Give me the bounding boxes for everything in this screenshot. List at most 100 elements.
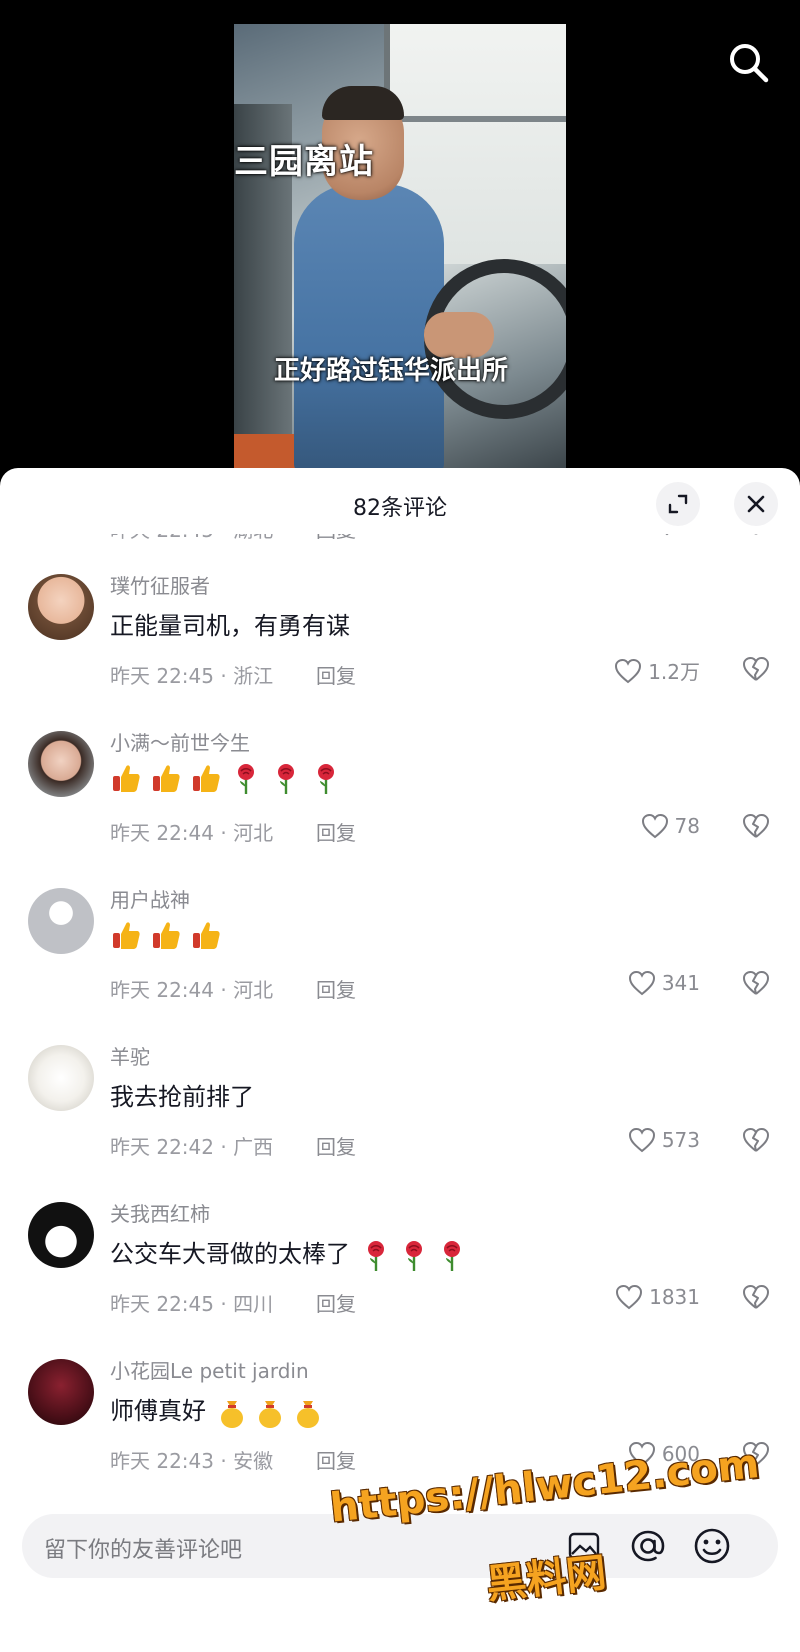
dislike-button[interactable]: [742, 1284, 770, 1315]
dislike-button[interactable]: [742, 534, 770, 541]
reply-button[interactable]: 回复: [316, 1288, 356, 1317]
comment-emoji-row: [110, 761, 342, 795]
comment-username[interactable]: 小满～前世今生: [110, 727, 250, 756]
comment-item[interactable]: 璞竹征服者正能量司机，有勇有谋昨天 22:45 · 浙江 回复 1.2万: [0, 564, 800, 721]
broken-heart-icon: [743, 814, 769, 838]
comment-time-location: 昨天 22:44 · 河北: [110, 978, 274, 1002]
comment-list[interactable]: 昨天 22:45 · 湖北 回复 1 璞竹征服者正能量司机，有勇有谋昨天 22:…: [0, 534, 800, 1504]
comment-username[interactable]: 璞竹征服者: [110, 570, 210, 599]
video-caption-bottom: 正好路过钰华派出所: [274, 356, 509, 386]
close-icon: [747, 495, 765, 513]
comment-item[interactable]: 羊驼我去抢前排了昨天 22:42 · 广西 回复 573: [0, 1035, 800, 1192]
thumbs-up-icon: [113, 922, 140, 949]
image-button[interactable]: [562, 1524, 606, 1568]
comment-emoji-row: [216, 1395, 324, 1429]
like-count: 1831: [649, 1285, 700, 1309]
avatar[interactable]: [28, 731, 94, 797]
close-button[interactable]: [734, 482, 778, 526]
comment-text-body: 师傅真好: [110, 1397, 206, 1425]
rose-icon: [406, 1241, 422, 1271]
driver-hair: [322, 86, 404, 120]
mention-button[interactable]: [626, 1524, 670, 1568]
like-count: 341: [661, 971, 700, 995]
reply-button[interactable]: 回复: [316, 817, 356, 846]
avatar[interactable]: [28, 1202, 94, 1268]
sheet-header: 82条评论: [0, 468, 800, 540]
driver-body: [294, 184, 444, 470]
expand-button[interactable]: [656, 482, 700, 526]
heart-icon: [615, 658, 642, 683]
heart-icon: [616, 1284, 643, 1310]
heart-icon: [665, 534, 669, 536]
comment-username[interactable]: 羊驼: [110, 1041, 150, 1070]
video-caption-top: 三园离站: [234, 142, 374, 182]
comment-input-placeholder: 留下你的友善评论吧: [44, 1538, 243, 1563]
avatar[interactable]: [28, 574, 94, 640]
dislike-button[interactable]: [742, 1441, 770, 1472]
rose-icon: [278, 764, 294, 794]
avatar[interactable]: [28, 888, 94, 954]
video-frame[interactable]: 三园离站 正好路过钰华派出所: [234, 24, 566, 470]
comment-meta: 昨天 22:45 · 四川 回复 1831: [0, 1284, 800, 1318]
dislike-button[interactable]: [742, 813, 770, 844]
thumbs-up-icon: [193, 765, 220, 792]
emoji-button[interactable]: [690, 1524, 734, 1568]
comment-username[interactable]: 用户战神: [110, 884, 190, 913]
money-bag-icon: [297, 1401, 319, 1428]
reply-button[interactable]: 回复: [316, 660, 356, 689]
comment-meta: 昨天 22:43 · 安徽 回复 600: [0, 1441, 800, 1475]
comment-item[interactable]: 小满～前世今生昨天 22:44 · 河北 回复 78: [0, 721, 800, 878]
comment-time-location: 昨天 22:45 · 浙江: [110, 664, 274, 688]
like-button[interactable]: 78: [641, 813, 700, 839]
comment-input[interactable]: 留下你的友善评论吧: [22, 1514, 778, 1578]
avatar[interactable]: [28, 1359, 94, 1425]
reply-button[interactable]: 回复: [316, 1131, 356, 1160]
comment-meta: 昨天 22:44 · 河北 回复 341: [0, 970, 800, 1004]
video-player[interactable]: 三园离站 正好路过钰华派出所: [0, 0, 800, 470]
thumbs-up-icon: [153, 922, 180, 949]
like-button[interactable]: 341: [628, 970, 700, 996]
comment-meta: 昨天 22:45 · 浙江 回复 1.2万: [0, 656, 800, 690]
comment-username[interactable]: 关我西红柿: [110, 1198, 210, 1227]
comment-time-location: 昨天 22:44 · 河北: [110, 821, 274, 845]
comment-time-location: 昨天 22:42 · 广西: [110, 1135, 274, 1159]
broken-heart-icon: [743, 657, 769, 681]
heart-icon: [628, 1441, 655, 1467]
like-button[interactable]: 573: [628, 1127, 700, 1153]
thumbs-up-icon: [153, 765, 180, 792]
comment-item[interactable]: 用户战神昨天 22:44 · 河北 回复 341: [0, 878, 800, 1035]
broken-heart-icon: [743, 1285, 769, 1309]
rose-icon: [238, 764, 254, 794]
comment-username[interactable]: 小花园Le petit jardin: [110, 1355, 309, 1384]
broken-heart-icon: [743, 1128, 769, 1152]
reply-button[interactable]: 回复: [316, 1445, 356, 1474]
comment-item[interactable]: 关我西红柿公交车大哥做的太棒了昨天 22:45 · 四川 回复 1831: [0, 1192, 800, 1349]
reply-button[interactable]: 回复: [316, 974, 356, 1003]
dislike-button[interactable]: [742, 970, 770, 1001]
avatar[interactable]: [28, 1045, 94, 1111]
heart-icon: [641, 813, 668, 839]
dislike-button[interactable]: [742, 1127, 770, 1158]
like-button[interactable]: 1.2万: [614, 656, 700, 685]
comment-time-location: 昨天 22:45 · 四川: [110, 1292, 274, 1316]
comment-text: 正能量司机，有勇有谋: [110, 606, 350, 641]
comment-text-body: 公交车大哥做的太棒了: [110, 1240, 350, 1268]
reply-button[interactable]: 回复: [316, 534, 356, 543]
like-button[interactable]: 1831: [615, 1284, 700, 1310]
comment-text: 公交车大哥做的太棒了: [110, 1234, 468, 1272]
comment-emoji-row: [110, 918, 222, 952]
rose-icon: [444, 1241, 460, 1271]
comment-sheet: 82条评论 昨天 22:45 · 湖北 回复 1: [0, 468, 800, 1652]
like-count: 1: [687, 534, 700, 535]
thumbs-up-icon: [113, 765, 140, 792]
comment-time-location: 昨天 22:45 · 湖北: [110, 534, 273, 543]
like-button[interactable]: 600: [628, 1441, 700, 1467]
like-count: 78: [674, 814, 700, 838]
comment-text: 我去抢前排了: [110, 1077, 254, 1112]
search-button[interactable]: [726, 40, 770, 84]
like-button[interactable]: 1: [653, 534, 700, 536]
comment-item[interactable]: 小花园Le petit jardin 师傅真好 昨天 22:43 · 安徽 回复 600: [0, 1349, 800, 1504]
comment-meta: 昨天 22:44 · 河北 回复 78: [0, 813, 800, 847]
dislike-button[interactable]: [742, 656, 770, 687]
expand-icon: [668, 494, 688, 514]
